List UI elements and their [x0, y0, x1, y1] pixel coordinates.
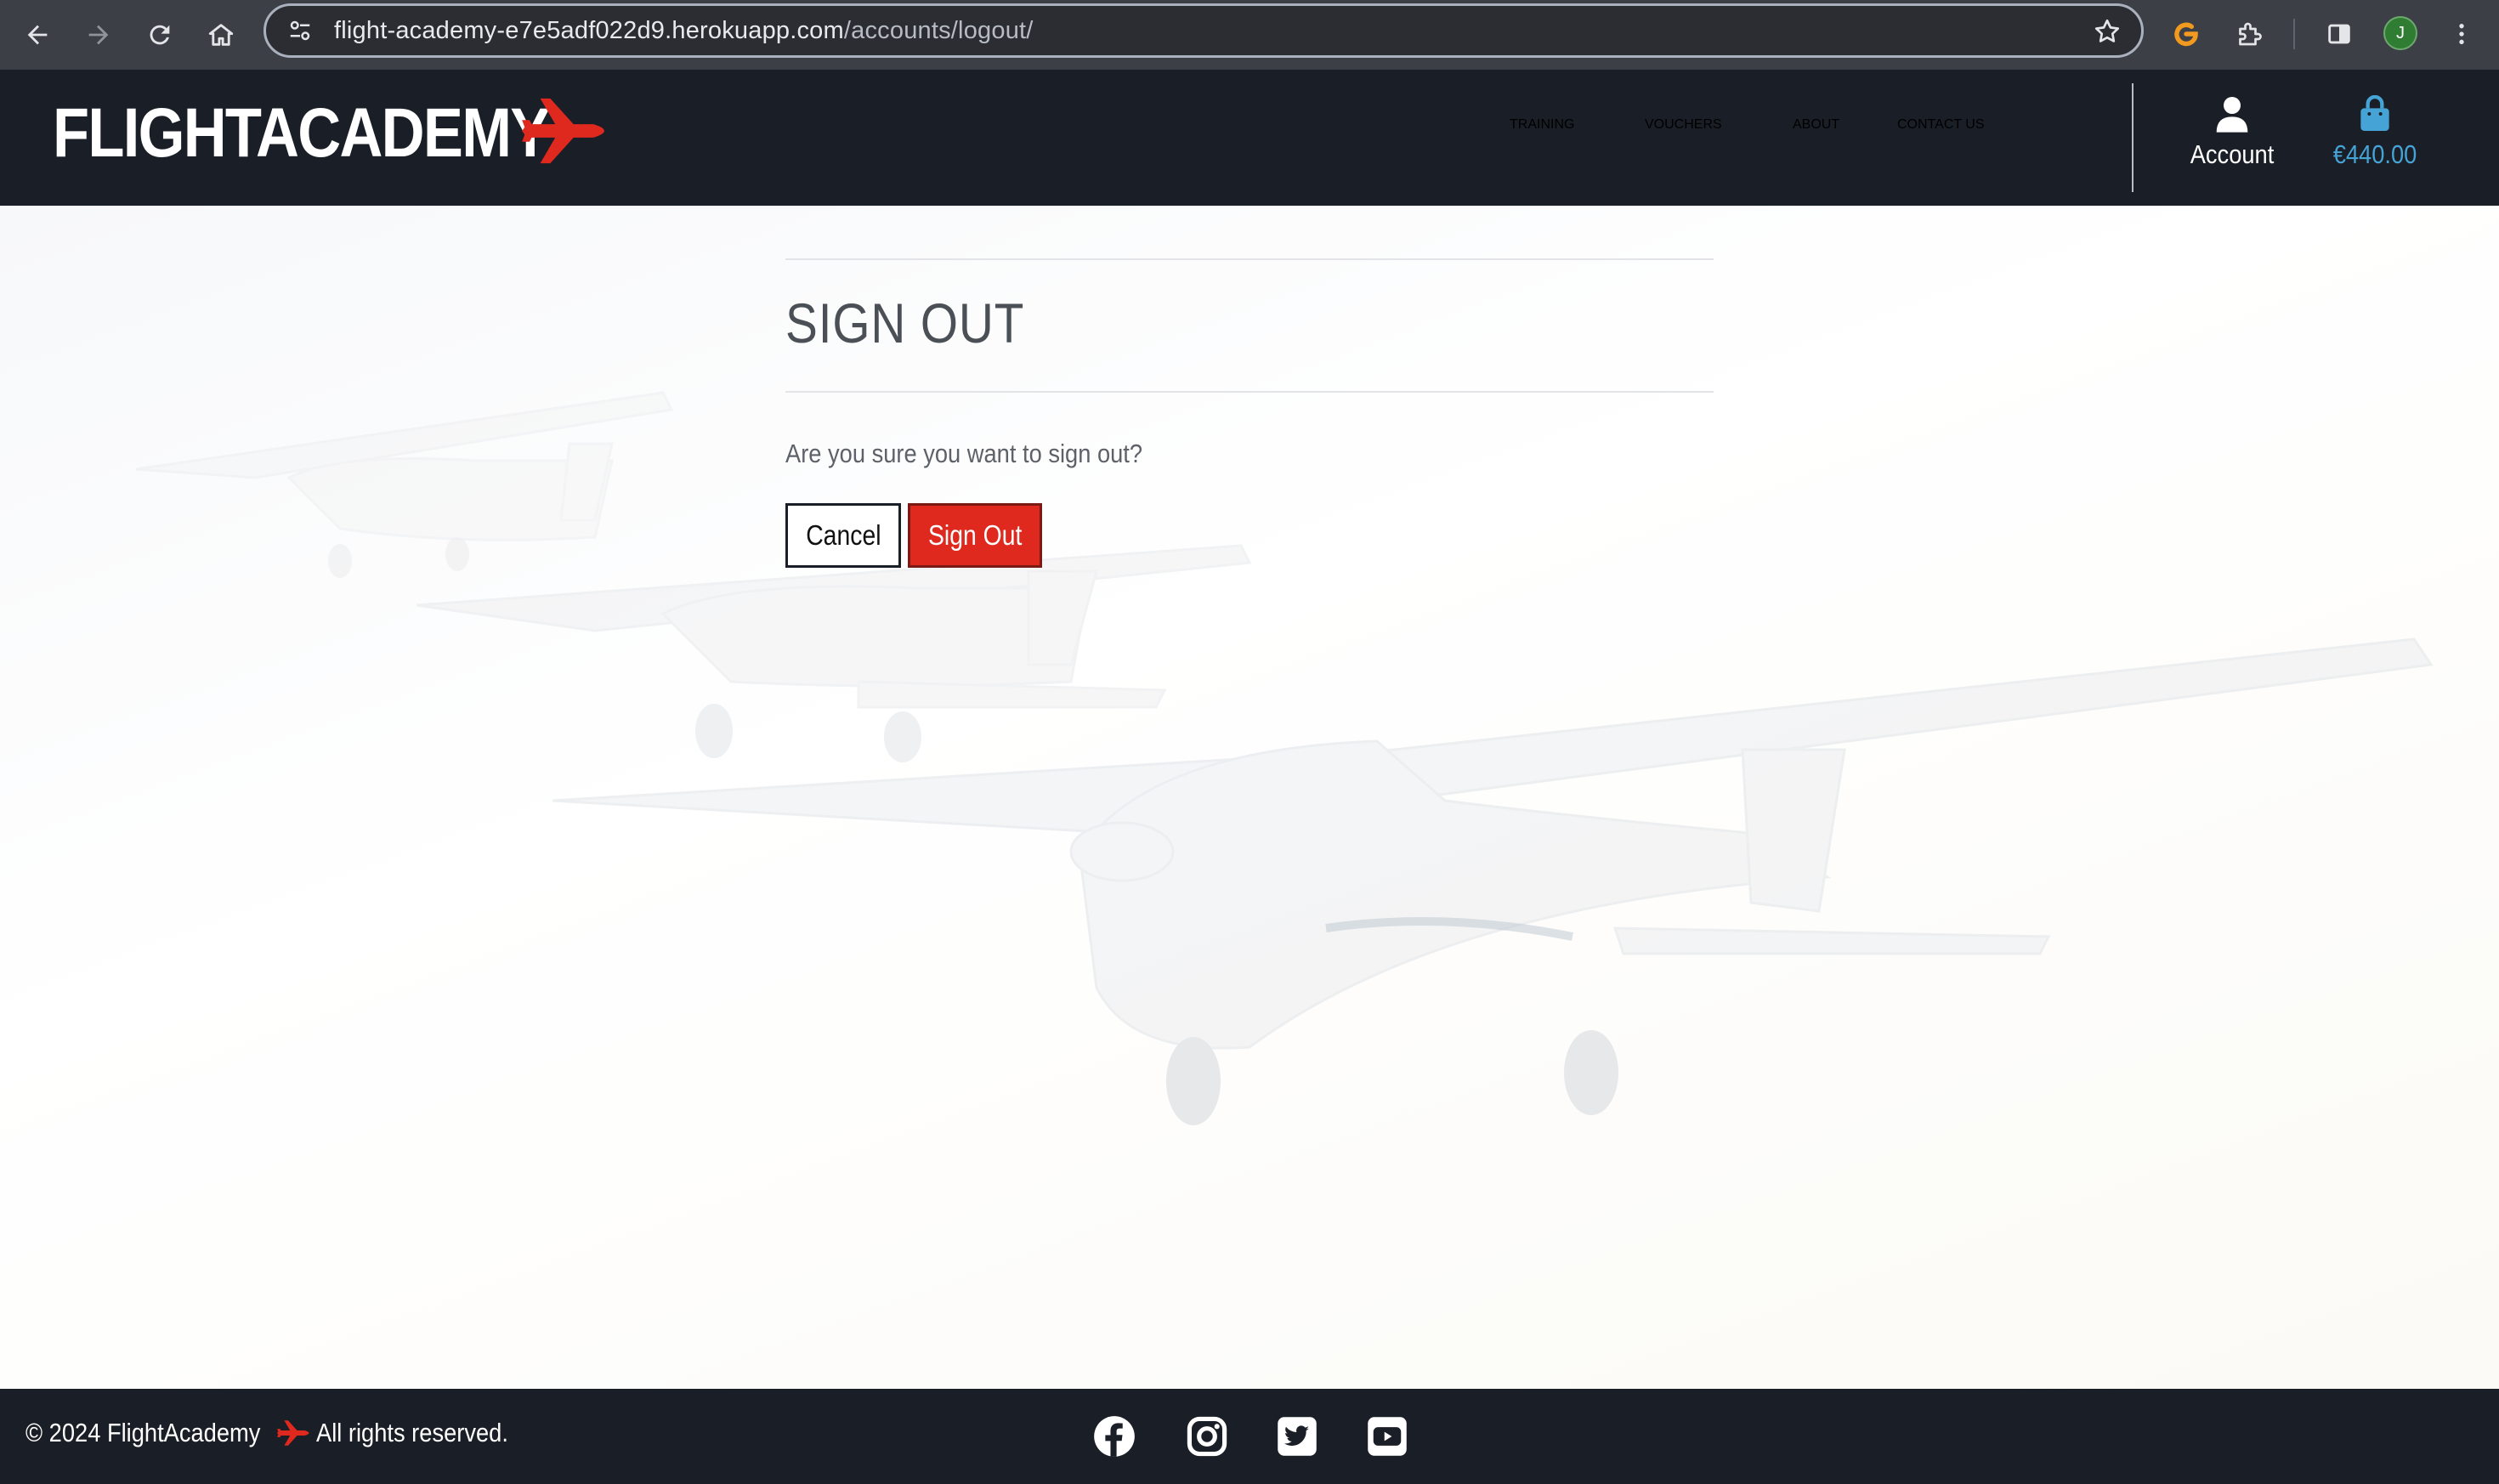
- plane-icon: [277, 1420, 309, 1446]
- back-arrow-icon: [27, 25, 48, 45]
- nav-training[interactable]: TRAINING: [1510, 117, 1574, 133]
- copyright-prefix: © 2024 FlightAcademy: [26, 1418, 261, 1447]
- bag-total: €440.00: [2332, 139, 2417, 169]
- address-bar[interactable]: flight-academy-e7e5adf022d9.herokuapp.co…: [264, 3, 2144, 58]
- nav-vouchers[interactable]: VOUCHERS: [1645, 117, 1722, 133]
- instagram-icon: [1187, 1416, 1227, 1457]
- form-actions: Cancel Sign Out: [785, 503, 1714, 568]
- site-header: FLIGHTACADEMY TRAINING VOUCHERS ABOUT CO…: [0, 70, 2499, 206]
- toolbar-separator: [2293, 19, 2295, 49]
- home-button[interactable]: [197, 11, 245, 59]
- sign-out-button[interactable]: Sign Out: [908, 503, 1042, 568]
- cancel-label: Cancel: [805, 519, 881, 551]
- forward-button[interactable]: [75, 11, 122, 59]
- url-host: flight-academy-e7e5adf022d9.herokuapp.co…: [334, 16, 844, 44]
- logo-text: FLIGHTACADEMY: [53, 94, 550, 172]
- extension-g-icon[interactable]: [2164, 12, 2208, 56]
- facebook-icon: [1094, 1416, 1135, 1457]
- main-content: SIGN OUT Are you sure you want to sign o…: [0, 206, 2499, 1389]
- shopping-bag-link[interactable]: €440.00: [2322, 95, 2428, 180]
- home-icon: [208, 24, 234, 46]
- url-path: /accounts/logout/: [843, 16, 1034, 44]
- user-icon: [2216, 97, 2248, 133]
- twitter-link[interactable]: [1275, 1414, 1319, 1459]
- twitter-icon: [1278, 1417, 1317, 1456]
- puzzle-icon[interactable]: [2227, 12, 2271, 56]
- facebook-link[interactable]: [1092, 1414, 1136, 1459]
- profile-avatar[interactable]: J: [2383, 16, 2417, 50]
- site-footer: © 2024 FlightAcademy All rights reserved…: [0, 1389, 2499, 1484]
- sign-out-panel: SIGN OUT Are you sure you want to sign o…: [785, 258, 1714, 568]
- back-button[interactable]: [14, 11, 61, 59]
- nav-about[interactable]: ABOUT: [1793, 117, 1839, 133]
- forward-arrow-icon: [88, 25, 109, 45]
- shopping-bag-icon: [2360, 95, 2389, 131]
- confirmation-question: Are you sure you want to sign out?: [785, 439, 1143, 468]
- copyright-suffix: All rights reserved.: [316, 1418, 508, 1447]
- plane-logo-icon: [522, 98, 604, 164]
- instagram-link[interactable]: [1185, 1414, 1229, 1459]
- top-divider: [785, 258, 1714, 260]
- kebab-menu-icon[interactable]: [2440, 12, 2484, 56]
- cancel-button[interactable]: Cancel: [785, 503, 901, 568]
- account-label: Account: [2190, 139, 2275, 169]
- sign-out-label: Sign Out: [927, 519, 1023, 551]
- site-info-icon[interactable]: [285, 15, 315, 46]
- title-divider: [785, 391, 1714, 393]
- browser-toolbar: flight-academy-e7e5adf022d9.herokuapp.co…: [0, 0, 2499, 70]
- reload-icon: [150, 25, 170, 45]
- nav-contact-us[interactable]: CONTACT US: [1897, 117, 1985, 133]
- copyright: © 2024 FlightAcademy All rights reserved…: [26, 1418, 535, 1448]
- page-title: SIGN OUT: [785, 292, 1025, 354]
- url-text: flight-academy-e7e5adf022d9.herokuapp.co…: [334, 17, 1034, 45]
- sidebar-icon[interactable]: [2317, 12, 2361, 56]
- account-menu[interactable]: Account: [2184, 95, 2280, 180]
- header-divider: [2132, 83, 2134, 192]
- youtube-link[interactable]: [1365, 1414, 1409, 1459]
- reload-button[interactable]: [136, 11, 184, 59]
- youtube-icon: [1368, 1417, 1407, 1456]
- star-icon[interactable]: [2092, 16, 2122, 47]
